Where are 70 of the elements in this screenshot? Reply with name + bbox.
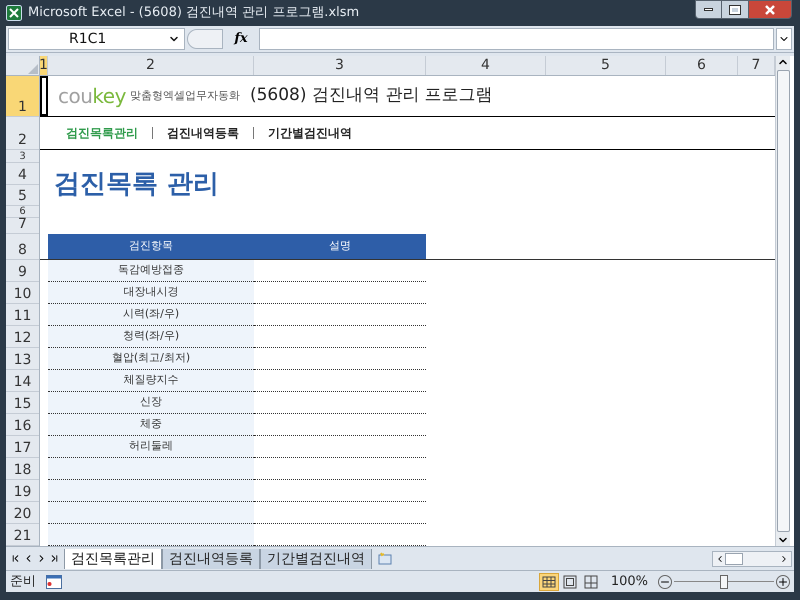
- table-cell: 체중: [48, 414, 254, 436]
- page-heading: 검진목록 관리: [54, 168, 220, 201]
- minimize-button[interactable]: [695, 0, 722, 19]
- corner-triangle-icon: [27, 63, 39, 75]
- column-heading: 설명: [254, 234, 426, 259]
- grip-handle[interactable]: [187, 29, 223, 49]
- program-title: (5608) 검진내역 관리 프로그램: [250, 84, 493, 108]
- nav-link[interactable]: 검진목록관리: [66, 124, 138, 142]
- column-header[interactable]: 5: [546, 56, 666, 75]
- table-cell: 시력(좌/우): [48, 304, 254, 326]
- row-header[interactable]: 14: [6, 370, 39, 392]
- macro-record-icon[interactable]: [46, 574, 62, 588]
- table-cell: 대장내시경: [48, 282, 254, 304]
- table-cell: 신장: [48, 392, 254, 414]
- row-header[interactable]: 12: [6, 326, 39, 348]
- row-header[interactable]: 16: [6, 414, 39, 436]
- zoom-out-icon[interactable]: [658, 574, 672, 588]
- window-title: Microsoft Excel - (5608) 검진내역 관리 프로그램.xlsm: [28, 4, 360, 22]
- column-heading: 검진항목: [48, 234, 254, 259]
- row-header[interactable]: 17: [6, 436, 39, 458]
- row-header[interactable]: 9: [6, 260, 39, 282]
- close-icon: [765, 4, 775, 14]
- column-header[interactable]: 4: [426, 56, 546, 75]
- column-header[interactable]: 1: [40, 56, 48, 75]
- row-header[interactable]: 7: [6, 218, 39, 234]
- table-cell: 독감예방접종: [48, 260, 254, 282]
- row-header[interactable]: 15: [6, 392, 39, 414]
- nav-link[interactable]: 검진내역등록: [167, 124, 239, 142]
- sheet-tab[interactable]: 검진목록관리: [64, 548, 162, 568]
- insert-function-button[interactable]: fx: [225, 29, 257, 49]
- zoom-slider-thumb[interactable]: [720, 574, 728, 588]
- table-cell: 청력(좌/우): [48, 326, 254, 348]
- normal-view-button[interactable]: [538, 572, 559, 590]
- zoom-in-icon[interactable]: [776, 574, 790, 588]
- table-cell: 혈압(최고/최저): [48, 348, 254, 370]
- logo: coukey: [58, 83, 126, 110]
- spreadsheet-app-icon: [6, 5, 22, 21]
- row-header[interactable]: 1: [6, 76, 39, 117]
- row-header[interactable]: 11: [6, 304, 39, 326]
- zoom-level[interactable]: 100%: [610, 572, 648, 592]
- row-header[interactable]: 4: [6, 163, 39, 185]
- expand-formula-button[interactable]: [776, 28, 792, 50]
- row-header[interactable]: 6: [6, 206, 39, 218]
- row-header[interactable]: 20: [6, 502, 39, 524]
- row-header[interactable]: 19: [6, 480, 39, 502]
- row-header[interactable]: 18: [6, 458, 39, 480]
- maximize-button[interactable]: [722, 0, 748, 19]
- column-header[interactable]: 2: [48, 56, 254, 75]
- name-box[interactable]: R1C1: [8, 28, 185, 50]
- row-header[interactable]: 13: [6, 348, 39, 370]
- last-sheet-icon[interactable]: [49, 553, 60, 564]
- row-header[interactable]: 8: [6, 234, 39, 260]
- sheet-tab[interactable]: 검진내역등록: [162, 548, 260, 568]
- new-sheet-icon[interactable]: [376, 550, 394, 566]
- tagline: 맞춤형엑셀업무자동화: [130, 88, 240, 104]
- column-header[interactable]: 3: [254, 56, 426, 75]
- status-mode: 준비: [10, 572, 36, 591]
- nav-link[interactable]: 기간별검진내역: [268, 124, 352, 142]
- table-cell: 허리둘레: [48, 436, 254, 458]
- first-sheet-icon[interactable]: [10, 553, 21, 564]
- close-button[interactable]: [748, 0, 792, 19]
- column-header[interactable]: 6: [666, 56, 738, 75]
- row-header[interactable]: 10: [6, 282, 39, 304]
- row-header[interactable]: 2: [6, 117, 39, 150]
- horizontal-scrollbar[interactable]: [712, 550, 792, 566]
- row-header[interactable]: 5: [6, 185, 39, 206]
- row-header[interactable]: 3: [6, 150, 39, 163]
- sheet-tab[interactable]: 기간별검진내역: [260, 548, 372, 568]
- selected-cell-border[interactable]: [40, 76, 48, 116]
- table-cell: 체질량지수: [48, 370, 254, 392]
